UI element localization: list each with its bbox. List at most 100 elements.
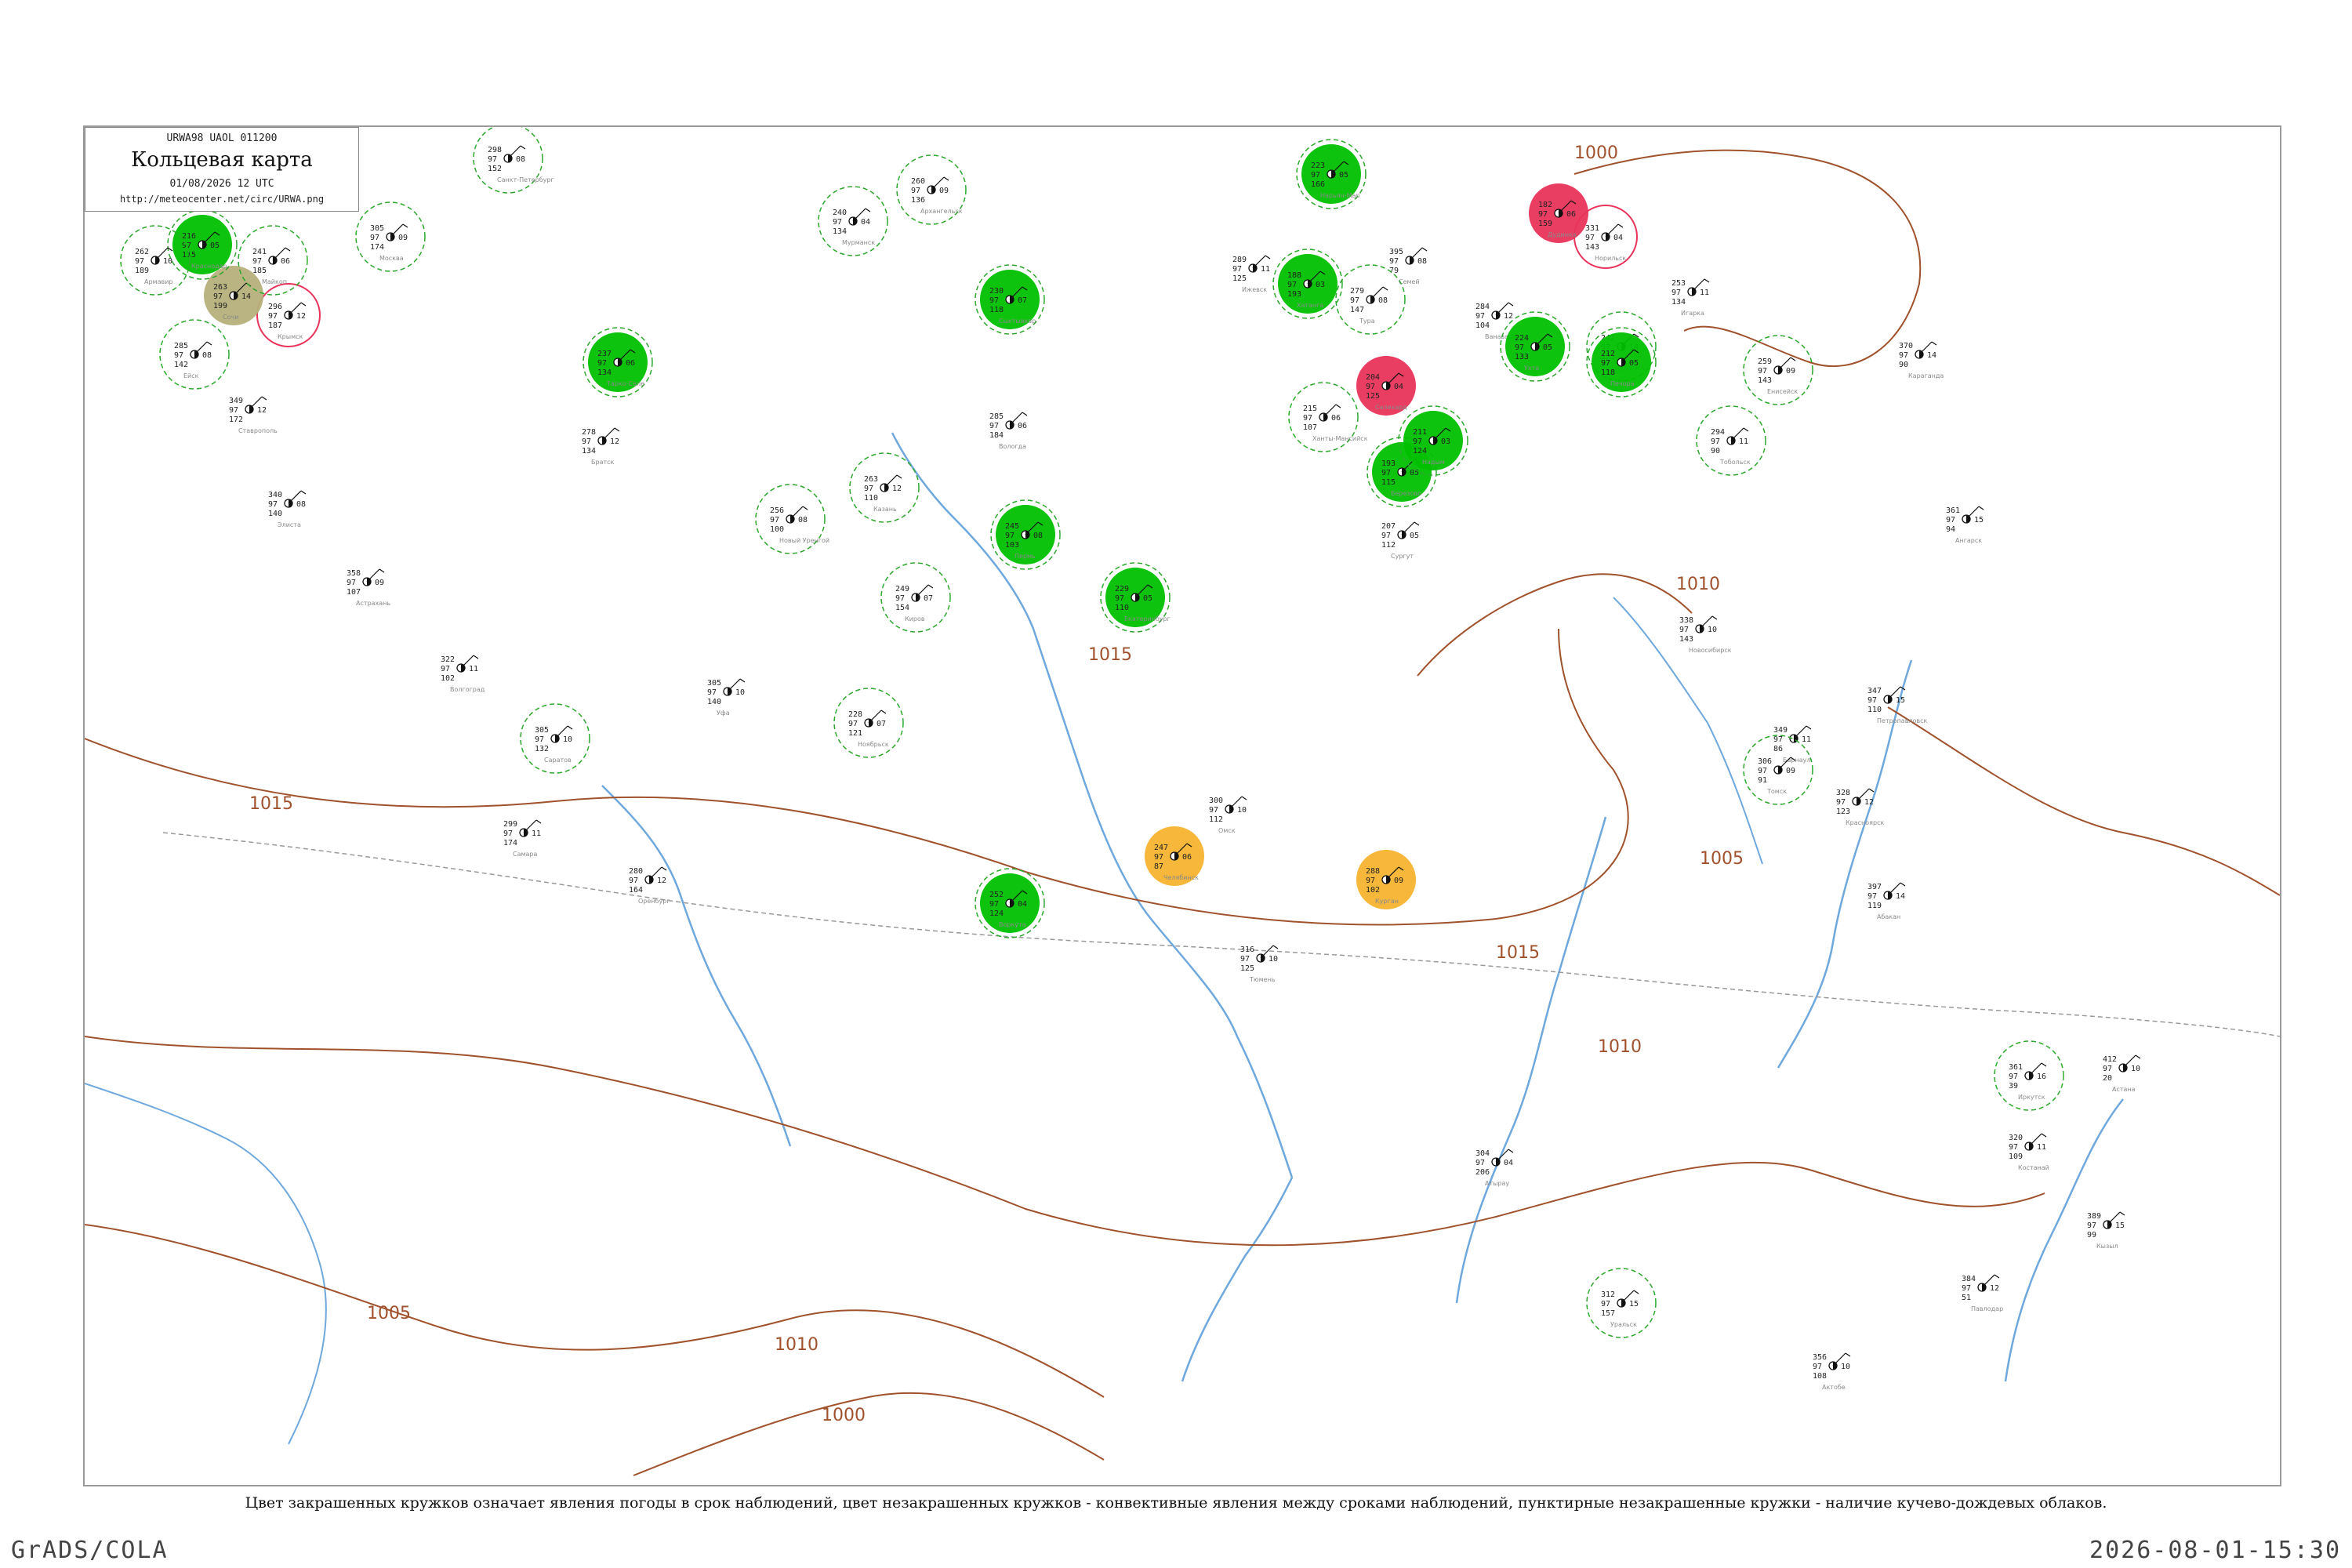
station-plot[interactable]: 22397 05 166 Нарьян-Мар <box>1296 139 1367 209</box>
station-plot[interactable]: 35897 09 107 Астрахань <box>347 568 390 607</box>
station-plot[interactable]: 21697 05115Краснодар <box>167 209 238 280</box>
visibility-value: 97 <box>174 351 183 360</box>
station-plot[interactable]: 39597 0879Семей <box>1389 247 1428 285</box>
station-plot[interactable]: 33897 10 143 Новосибирск <box>1679 615 1732 654</box>
pressure-value: 164 <box>629 886 643 895</box>
station-plot[interactable]: 29697 12 187 Крымск <box>256 283 321 347</box>
tendency-value: 10 <box>735 688 745 697</box>
station-plot[interactable]: 21597 06 107 Ханты-Мансийск <box>1288 382 1368 452</box>
station-name: Иркутск <box>2018 1094 2045 1101</box>
visibility-value: 97 <box>2009 1143 2018 1152</box>
visibility-value: 97 <box>1366 877 1375 885</box>
station-plot[interactable]: 25397 11 134 Игарка <box>1671 278 1710 317</box>
station-plot[interactable]: 38997 15 99Кызыл <box>2087 1211 2125 1250</box>
pressure-value: 166 <box>1311 180 1325 189</box>
station-plot[interactable]: 22997 05 110 Екатеринбург <box>1100 562 1171 633</box>
station-plot[interactable]: 28597 06 184 Вологда <box>989 412 1028 450</box>
station-plot[interactable]: 36197 15 94Ангарск <box>1946 506 1984 544</box>
station-plot[interactable]: 22897 07 121 Ноябрьск <box>833 688 904 758</box>
station-plot[interactable]: 31297 15 157 Уральск <box>1586 1268 1657 1338</box>
station-plot[interactable]: 24597 08 103 Пермь <box>990 499 1061 570</box>
tendency-value: 10 <box>563 735 572 744</box>
station-plot[interactable]: 37097 14 90Караганда <box>1899 341 1944 379</box>
legend-note: Цвет закрашенных кружков означает явлени… <box>245 1494 2107 1512</box>
pressure-value: 118 <box>1601 368 1615 377</box>
station-plot[interactable]: 34097 08 140 Элиста <box>268 490 307 528</box>
station-plot[interactable]: 20497 04 125 Салехард <box>1356 356 1416 416</box>
temperature-value: 347 <box>1867 687 1882 695</box>
station-plot[interactable]: 21197 03 124 Надым <box>1398 405 1468 476</box>
station-plot[interactable]: 39797 14 119 Абакан <box>1867 882 1906 920</box>
station-plot[interactable]: 26097 09 136 Архангельск <box>896 154 967 225</box>
pressure-value: 159 <box>1538 220 1552 228</box>
station-plot[interactable]: 38497 12 51Павлодар <box>1962 1274 2003 1312</box>
temperature-value: 212 <box>1601 350 1615 358</box>
station-plot[interactable]: 30597 10 132 Саратов <box>520 703 590 774</box>
visibility-value: 97 <box>229 406 238 415</box>
footer-timestamp: 2026-08-01-15:30 <box>2089 1537 2341 1564</box>
station-plot[interactable]: 21297 05 118 Печора <box>1586 327 1657 397</box>
station-plot[interactable]: 41297 10 20Астана <box>2103 1054 2141 1093</box>
weather-map: 1000100510101015101510101005100010101015… <box>85 127 2280 1476</box>
station-plot[interactable]: 32097 11 109 Костанай <box>2009 1133 2049 1171</box>
visibility-value: 97 <box>1899 351 1908 360</box>
station-plot[interactable]: 29897 08 152 Санкт-Петербург <box>473 127 554 194</box>
station-plot[interactable]: 24997 07 154 Киров <box>880 562 951 633</box>
station-plot[interactable]: 23097 07 118 Сыктывкар <box>975 264 1045 335</box>
station-plot[interactable]: 28997 11 125 Ижевск <box>1232 255 1271 293</box>
station-plot[interactable]: 22497 05 133 Ухта <box>1500 311 1570 382</box>
temperature-value: 224 <box>1515 334 1529 343</box>
station-plot[interactable]: 24097 04 134 Мурманск <box>818 186 888 256</box>
tendency-value: 08 <box>202 351 212 360</box>
station-plot[interactable]: 36197 16 39Иркутск <box>1994 1040 2064 1111</box>
station-name: Элиста <box>278 521 301 528</box>
station-plot[interactable]: 18897 03 193 Хатанга <box>1272 249 1343 319</box>
station-plot[interactable]: 25997 09 143 Енисейск <box>1743 335 1813 405</box>
station-plot[interactable]: 29997 11 174 Самара <box>503 819 542 858</box>
temperature-value: 331 <box>1585 224 1599 233</box>
station-plot[interactable]: 24797 06 87Челябинск <box>1145 826 1204 886</box>
station-name: Майкоп <box>262 278 287 285</box>
station-plot[interactable]: 27897 12 134 Братск <box>582 427 620 466</box>
station-plot[interactable]: 30597 10 140 Уфа <box>707 678 746 717</box>
station-plot[interactable]: 30497 04 206 Атырау <box>1475 1149 1514 1187</box>
temperature-value: 370 <box>1899 342 1913 350</box>
station-plot[interactable]: 23797 06 134 Тарко-Сале <box>583 327 653 397</box>
station-plot[interactable]: 18297 06 159 Дудинка <box>1529 183 1588 243</box>
map-url[interactable]: http://meteocenter.net/circ/URWA.png <box>85 194 358 205</box>
station-plot[interactable]: 32897 12 123 Красноярск <box>1836 788 1884 826</box>
wind-feather <box>1414 521 1420 526</box>
pressure-value: 125 <box>1232 274 1247 283</box>
wind-feather <box>473 655 479 659</box>
temperature-value: 223 <box>1311 162 1325 170</box>
station-name: Новый Уренгой <box>779 537 829 544</box>
station-plot[interactable]: 20797 05 112 Сургут <box>1381 521 1420 560</box>
wind-feather <box>1868 788 1875 793</box>
station-plot[interactable]: 30097 10 112 Омск <box>1209 796 1247 834</box>
temperature-value: 305 <box>535 726 549 735</box>
tendency-value: 10 <box>1708 626 1717 634</box>
station-plot[interactable]: 25697 08 100 Новый Уренгой <box>755 484 829 554</box>
station-plot[interactable]: 30597 09 174 Москва <box>355 201 426 272</box>
tendency-value: 11 <box>1700 289 1709 297</box>
station-plot[interactable]: 32297 11 102 Волгоград <box>441 655 485 693</box>
station-name: Ейск <box>183 372 199 379</box>
station-plot[interactable]: 34997 12 172 Ставрополь <box>229 396 278 434</box>
station-name: Уфа <box>717 710 730 717</box>
station-plot[interactable]: 35697 10 108 Актобе <box>1813 1352 1851 1391</box>
pressure-value: 124 <box>1413 447 1427 456</box>
station-plot[interactable]: 27997 08 147 Тура <box>1335 264 1406 335</box>
station-plot[interactable]: 28897 09 102 Курган <box>1356 850 1416 909</box>
station-plot[interactable]: 24197 06 185 Майкоп <box>238 225 308 296</box>
station-plot[interactable]: 28097 12 164 Оренбург <box>629 866 670 905</box>
station-plot[interactable]: 25297 04 124 Воркута <box>975 868 1045 938</box>
station-plot[interactable]: 29497 11 90 Тобольск <box>1696 405 1766 476</box>
wind-feather <box>880 710 887 714</box>
temperature-value: 320 <box>2009 1134 2023 1142</box>
station-plot[interactable]: 26397 12 110 Казань <box>849 452 920 523</box>
wind-feather <box>535 819 542 824</box>
visibility-value: 97 <box>1813 1363 1822 1371</box>
station-plot[interactable]: 28597 08 142 Ейск <box>159 319 230 390</box>
wind-feather <box>1806 725 1812 730</box>
tendency-value: 11 <box>532 829 541 838</box>
